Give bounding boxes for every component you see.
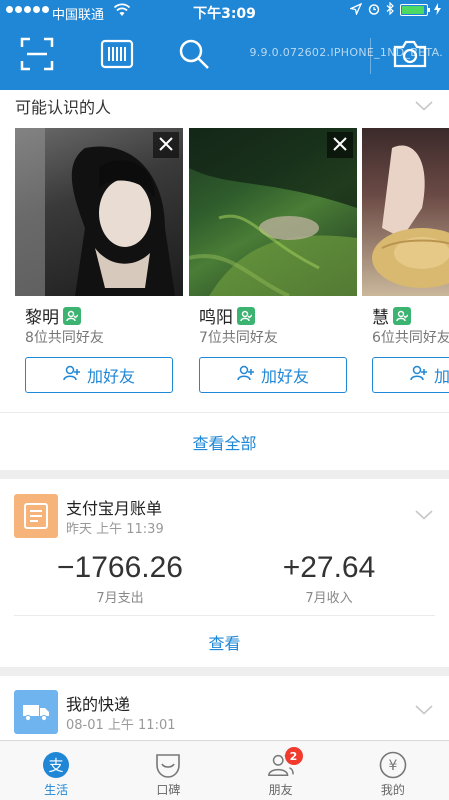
dismiss-button[interactable] bbox=[327, 132, 353, 158]
add-friend-button[interactable]: 加好友 bbox=[372, 357, 449, 393]
tab-friends[interactable]: 2 朋友 bbox=[225, 741, 337, 800]
person-name: 鸣阳 bbox=[199, 308, 233, 328]
add-friend-label: 加好友 bbox=[433, 367, 449, 386]
monthly-bill-card[interactable]: 支付宝月账单 昨天 上午 11:39 −1766.26 7月支出 +27.64 … bbox=[0, 479, 449, 667]
alipay-icon-text: 支 bbox=[49, 757, 64, 775]
person-card: 黎明 8位共同好友 加好友 bbox=[15, 128, 183, 398]
express-title: 我的快递 bbox=[66, 695, 131, 714]
expense-value: −1766.26 bbox=[57, 551, 183, 584]
chevron-down-icon[interactable] bbox=[415, 505, 433, 524]
mutual-friends: 7位共同好友 bbox=[199, 330, 278, 346]
express-delivery-card[interactable]: 我的快递 08-01 上午 11:01 bbox=[0, 676, 449, 740]
add-friend-button[interactable]: 加好友 bbox=[199, 357, 347, 393]
bluetooth-icon bbox=[386, 1, 394, 18]
app-header: 9.9.0.072602.IPHONE_1ND_BETA. bbox=[0, 24, 449, 90]
verified-user-icon bbox=[237, 306, 255, 325]
chevron-down-icon[interactable] bbox=[415, 700, 433, 719]
tab-mine[interactable]: ¥ 我的 bbox=[337, 741, 449, 800]
bill-icon bbox=[14, 494, 58, 538]
income-label: 7月收入 bbox=[305, 591, 353, 606]
verified-user-icon bbox=[393, 306, 411, 325]
tab-life[interactable]: 支 生活 bbox=[0, 741, 112, 800]
close-icon bbox=[159, 136, 173, 155]
add-friend-label: 加好友 bbox=[260, 367, 309, 386]
person-card: 鸣阳 7位共同好友 加好友 bbox=[189, 128, 357, 398]
person-name: 黎明 bbox=[25, 308, 59, 328]
tab-label: 朋友 bbox=[268, 783, 293, 797]
view-bill-button[interactable]: 查看 bbox=[0, 616, 449, 667]
chevron-down-icon[interactable] bbox=[415, 96, 433, 115]
header-divider bbox=[370, 38, 371, 74]
mutual-friends: 6位共同好友 bbox=[372, 330, 449, 346]
income-summary: +27.64 7月收入 bbox=[229, 551, 429, 606]
close-icon bbox=[333, 136, 347, 155]
add-user-icon bbox=[237, 365, 255, 385]
verified-user-icon bbox=[63, 306, 81, 325]
add-friend-label: 加好友 bbox=[86, 367, 135, 386]
expense-label: 7月支出 bbox=[96, 591, 144, 606]
alipay-icon: 支 bbox=[42, 751, 70, 779]
person-name-row: 慧 bbox=[372, 303, 411, 328]
person-card: 慧 6位共同好友 加好友 bbox=[362, 128, 449, 398]
tab-bar: 支 生活 口碑 2 朋友 ¥ 我的 bbox=[0, 740, 449, 800]
people-you-may-know-section: 可能认识的人 黎明 8位共同好友 加好友 鸣阳 7位共同好友 加好友 慧 6位共… bbox=[0, 90, 449, 412]
tab-label: 口碑 bbox=[156, 783, 181, 797]
person-name-row: 鸣阳 bbox=[199, 303, 255, 328]
income-value: +27.64 bbox=[282, 551, 376, 584]
scan-button[interactable] bbox=[17, 36, 57, 76]
wallet-icon-text: ¥ bbox=[388, 758, 397, 774]
battery-icon bbox=[400, 4, 430, 16]
express-timestamp: 08-01 上午 11:01 bbox=[66, 718, 176, 733]
alarm-icon bbox=[368, 3, 380, 18]
location-icon bbox=[348, 2, 363, 18]
camera-button[interactable] bbox=[390, 36, 430, 76]
person-name: 慧 bbox=[372, 308, 389, 328]
tab-label: 我的 bbox=[380, 783, 405, 797]
camera-icon bbox=[393, 40, 427, 72]
add-user-icon bbox=[63, 365, 81, 385]
charging-icon bbox=[434, 2, 441, 18]
add-user-icon bbox=[410, 365, 428, 385]
tab-label: 生活 bbox=[44, 783, 69, 797]
search-button[interactable] bbox=[174, 36, 214, 76]
wallet-icon: ¥ bbox=[379, 751, 407, 779]
truck-icon bbox=[14, 690, 58, 734]
person-photo[interactable] bbox=[15, 128, 183, 296]
notification-badge: 2 bbox=[284, 747, 303, 765]
expense-summary: −1766.26 7月支出 bbox=[20, 551, 220, 606]
search-icon bbox=[178, 38, 210, 74]
status-bar: 中国联通 下午3:09 bbox=[0, 0, 449, 24]
tab-koubei[interactable]: 口碑 bbox=[112, 741, 224, 800]
pay-code-button[interactable] bbox=[97, 36, 137, 76]
bill-timestamp: 昨天 上午 11:39 bbox=[66, 522, 164, 537]
person-name-row: 黎明 bbox=[25, 303, 81, 328]
person-photo[interactable] bbox=[189, 128, 357, 296]
person-photo[interactable] bbox=[362, 128, 449, 296]
dismiss-button[interactable] bbox=[153, 132, 179, 158]
barcode-icon bbox=[100, 39, 134, 73]
mutual-friends: 8位共同好友 bbox=[25, 330, 104, 346]
view-all-button[interactable]: 查看全部 bbox=[0, 412, 449, 470]
bill-title: 支付宝月账单 bbox=[66, 499, 163, 518]
scan-icon bbox=[20, 37, 54, 75]
add-friend-button[interactable]: 加好友 bbox=[25, 357, 173, 393]
koubei-icon bbox=[154, 751, 182, 779]
section-title: 可能认识的人 bbox=[15, 98, 112, 117]
